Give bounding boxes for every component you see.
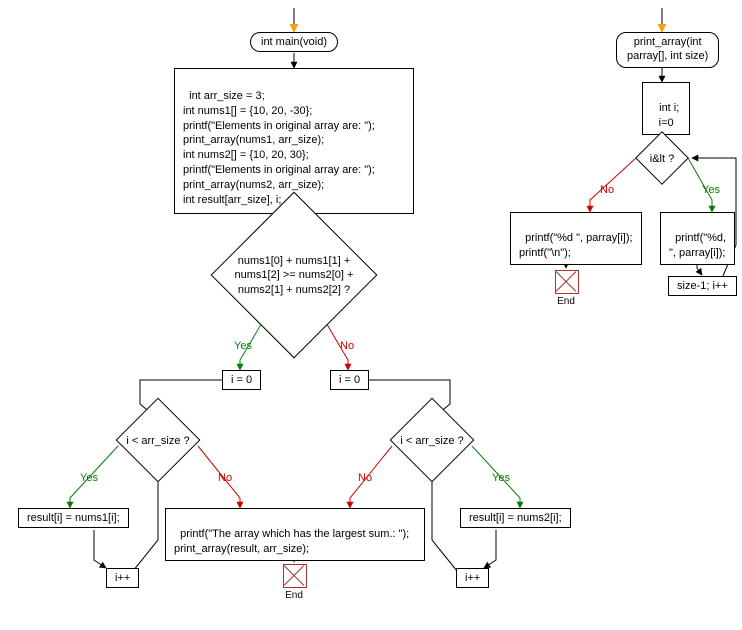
i-eq-0-right-label: i = 0 (339, 374, 360, 386)
edge-yes: Yes (78, 472, 100, 484)
main-start-node: int main(void) (250, 32, 338, 52)
inc-right: i++ (456, 568, 489, 588)
edge-yes: Yes (232, 340, 254, 352)
sub-init-block: int i; i=0 (642, 82, 690, 135)
main-init-text: int arr_size = 3; int nums1[] = {10, 20,… (183, 90, 375, 206)
edge-no: No (356, 472, 374, 484)
sub-no-text: printf("%d ", parray[i]); printf("\n"); (519, 232, 633, 258)
sub-start-node: print_array(int parray[], int size) (616, 32, 719, 68)
inc-left-label: i++ (115, 572, 130, 584)
assign-left: result[i] = nums1[i]; (18, 508, 129, 528)
main-start-label: int main(void) (261, 36, 327, 48)
end-main-label: End (281, 590, 307, 601)
edge-no: No (598, 184, 616, 196)
sub-no-block: printf("%d ", parray[i]); printf("\n"); (510, 212, 642, 265)
end-sub: End (553, 268, 579, 294)
edge-yes: Yes (490, 472, 512, 484)
sub-start-label: print_array(int parray[], int size) (627, 36, 708, 62)
end-main: End (281, 562, 307, 588)
sub-decision: i&lt ? (628, 132, 696, 184)
edge-no: No (338, 340, 356, 352)
main-sum-decision: nums1[0] + nums1[1] + nums1[2] >= nums2[… (200, 222, 388, 328)
sub-loop-text: size-1; i++ (677, 280, 728, 292)
assign-right: result[i] = nums2[i]; (460, 508, 571, 528)
print-result-block: printf("The array which has the largest … (165, 508, 425, 561)
print-result-text: printf("The array which has the largest … (174, 528, 409, 554)
edge-yes: Yes (700, 184, 722, 196)
cond-right-decision: i < arr_size ? (362, 410, 502, 470)
edge-no: No (216, 472, 234, 484)
end-sub-label: End (553, 296, 579, 307)
assign-right-label: result[i] = nums2[i]; (469, 512, 562, 524)
cond-left-decision: i < arr_size ? (88, 410, 228, 470)
sub-init-text: int i; i=0 (659, 102, 680, 129)
i-eq-0-left: i = 0 (222, 370, 261, 390)
i-eq-0-left-label: i = 0 (231, 374, 252, 386)
inc-right-label: i++ (465, 572, 480, 584)
sub-yes-block: printf("%d, ", parray[i]); (660, 212, 735, 265)
i-eq-0-right: i = 0 (330, 370, 369, 390)
sub-yes-text: printf("%d, ", parray[i]); (669, 232, 726, 258)
assign-left-label: result[i] = nums1[i]; (27, 512, 120, 524)
inc-left: i++ (106, 568, 139, 588)
sub-loop-block: size-1; i++ (668, 276, 737, 296)
